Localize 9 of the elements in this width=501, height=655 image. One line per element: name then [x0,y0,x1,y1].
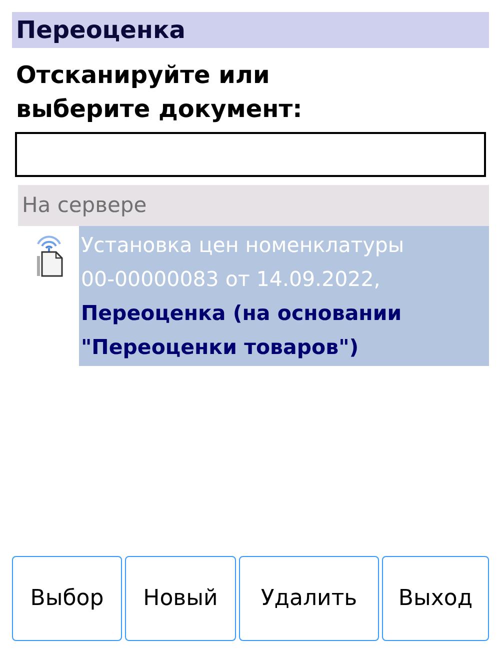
scan-field[interactable] [15,132,486,177]
action-button[interactable]: Выбор [12,556,122,641]
title-bar: Переоценка [12,12,489,48]
action-button[interactable]: Новый [125,556,236,641]
action-button[interactable]: Удалить [239,556,379,641]
action-button[interactable]: Выход [382,556,489,641]
document-list-item[interactable]: Установка цен номенклатуры 00-00000083 от 14.09.2022, Переоценка (на основании "Переоценки товаров") [79,226,489,366]
group-header: На сервере [18,185,489,226]
prompt-text: Отсканируйте или выберите документ: [15,60,304,125]
